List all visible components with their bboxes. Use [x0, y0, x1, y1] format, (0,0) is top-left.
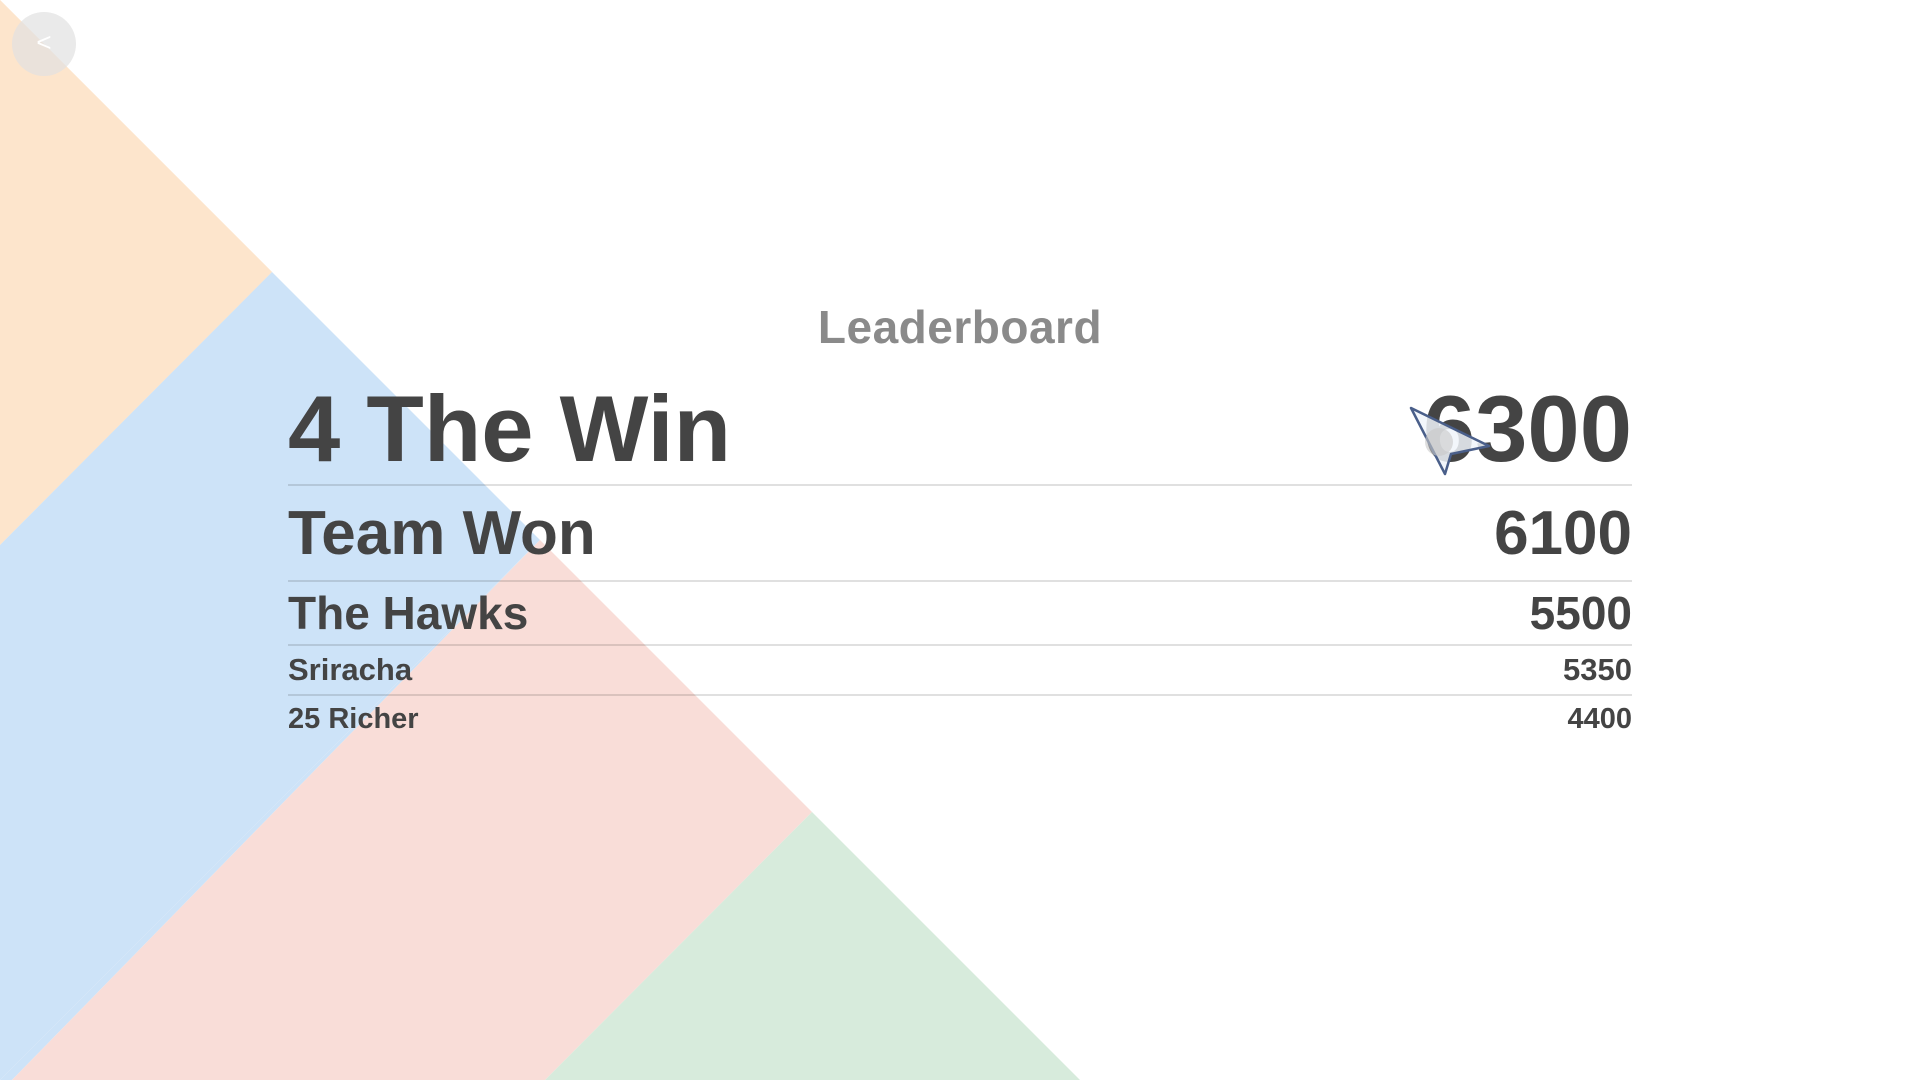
leaderboard-row: The Hawks 5500	[288, 580, 1632, 644]
team-score: 5350	[1563, 652, 1632, 687]
team-name: 4 The Win	[288, 376, 732, 481]
leaderboard-row: 25 Richer 4400	[288, 694, 1632, 742]
leaderboard-row: 4 The Win 6300	[288, 374, 1632, 484]
team-name: Sriracha	[288, 652, 413, 687]
leaderboard-row: Sriracha 5350	[288, 644, 1632, 694]
team-score: 6100	[1494, 498, 1632, 568]
team-name: Team Won	[288, 498, 596, 568]
team-name: The Hawks	[288, 587, 529, 639]
leaderboard-row: Team Won 6100	[288, 484, 1632, 580]
team-score: 4400	[1567, 702, 1632, 735]
leaderboard-panel: Leaderboard 4 The Win 6300 Team Won 6100…	[288, 300, 1632, 742]
team-score: 6300	[1422, 376, 1632, 481]
back-button[interactable]: <	[12, 12, 76, 76]
team-score: 5500	[1529, 587, 1632, 639]
leaderboard-screen: < Leaderboard 4 The Win 6300 Team Won 61…	[0, 0, 1920, 1080]
leaderboard-title: Leaderboard	[817, 301, 1103, 353]
team-name: 25 Richer	[288, 702, 419, 735]
